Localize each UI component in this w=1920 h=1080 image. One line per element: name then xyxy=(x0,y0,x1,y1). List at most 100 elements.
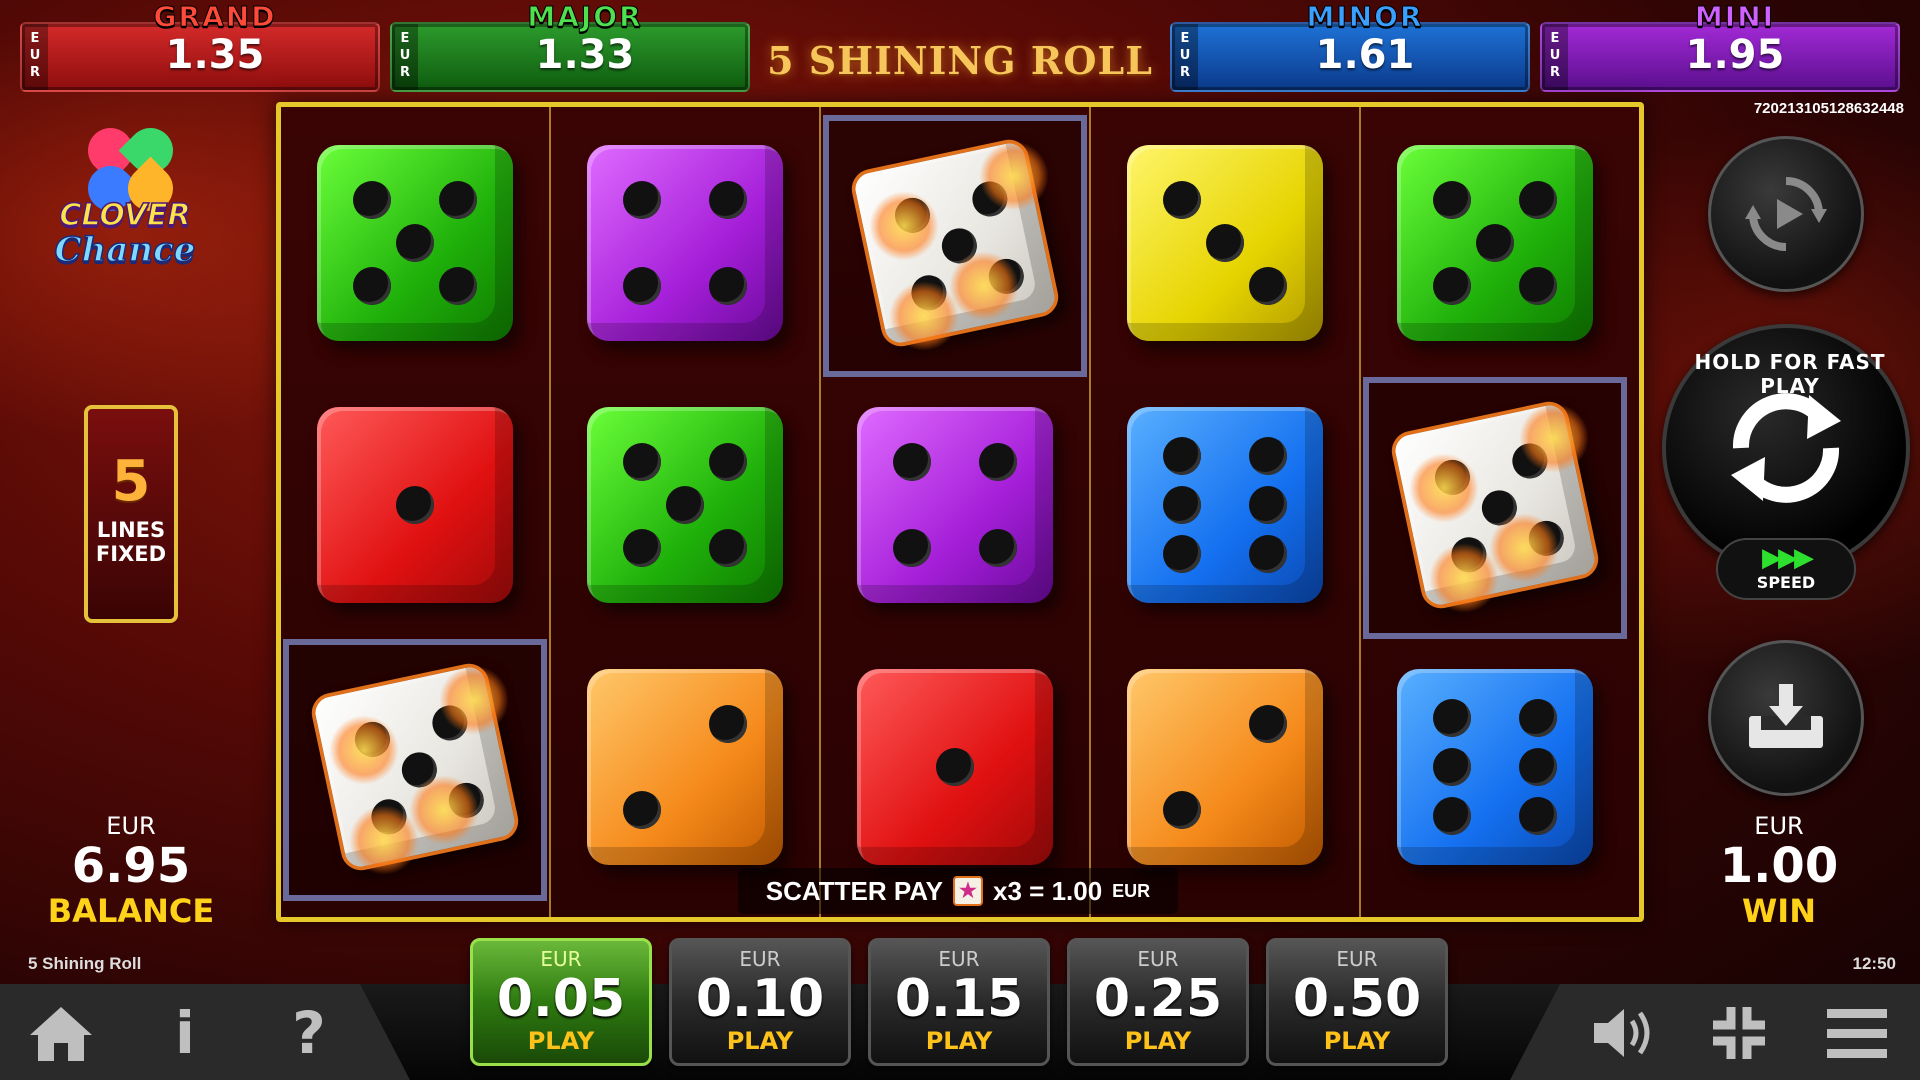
reel-symbol xyxy=(553,377,817,639)
reel-symbol xyxy=(553,115,817,377)
die-pip xyxy=(439,267,477,305)
die-pip xyxy=(1433,181,1471,219)
lines-count: 5 xyxy=(111,449,151,514)
speaker-icon xyxy=(1594,1009,1650,1057)
scatter-pay-multiplier: x3 = 1.00 xyxy=(993,875,1103,906)
jackpot-mini-currency: EUR xyxy=(1542,24,1568,90)
bet-value: 0.25 xyxy=(1093,969,1223,1029)
bet-value: 0.15 xyxy=(894,969,1024,1029)
flame-effect xyxy=(979,141,1049,211)
balance-currency: EUR xyxy=(106,812,156,840)
jackpot-major-value: 1.33 xyxy=(535,32,635,78)
reel-area xyxy=(276,102,1644,922)
reel-symbol xyxy=(1363,115,1627,377)
clock: 12:50 xyxy=(1852,954,1896,973)
collect-button[interactable] xyxy=(1708,640,1864,796)
reel-symbol xyxy=(283,115,547,377)
green-die-icon xyxy=(317,145,513,341)
die-pip xyxy=(623,181,661,219)
bet-play-button[interactable]: EUR 0.50 PLAY xyxy=(1266,938,1448,1066)
reel-symbol xyxy=(823,377,1087,639)
jackpot-grand-name: GRAND xyxy=(153,0,277,34)
jackpot-mini-name: MINI xyxy=(1694,0,1776,34)
reel-symbol xyxy=(1093,639,1357,901)
reel-symbol-scatter xyxy=(283,639,547,901)
speed-button[interactable]: ▶▶▶ SPEED xyxy=(1716,538,1856,600)
die-pip xyxy=(666,486,704,524)
scatter-star-icon: ★ xyxy=(953,876,984,906)
balance-amount: 6.95 xyxy=(71,838,191,894)
win-label: WIN xyxy=(1742,892,1816,930)
reel-symbol xyxy=(553,639,817,901)
bet-play-label: PLAY xyxy=(1323,1027,1391,1055)
jackpot-minor-name: MINOR xyxy=(1306,0,1424,34)
die-pip xyxy=(709,443,747,481)
balance-label: BALANCE xyxy=(47,892,215,930)
info-button[interactable]: i xyxy=(150,998,220,1068)
bet-play-button[interactable]: EUR 0.15 PLAY xyxy=(868,938,1050,1066)
die-pip xyxy=(1433,748,1471,786)
die-pip xyxy=(1163,535,1201,573)
reel-divider xyxy=(1089,107,1091,917)
scatter-pay-label: SCATTER PAY xyxy=(765,875,944,906)
die-pip xyxy=(623,529,661,567)
jackpot-minor: MINOR EUR 1.61 xyxy=(1170,0,1530,92)
die-pip xyxy=(709,267,747,305)
autoplay-icon xyxy=(1745,177,1827,251)
lines-label: LINES FIXED xyxy=(95,518,167,566)
spin-button[interactable]: HOLD FOR FAST PLAY xyxy=(1662,324,1910,572)
die-pip xyxy=(1519,699,1557,737)
blue-die-icon xyxy=(1127,407,1323,603)
jackpot-major-name: MAJOR xyxy=(527,0,643,34)
die-pip xyxy=(936,748,974,786)
home-button[interactable] xyxy=(26,998,96,1068)
autoplay-button[interactable] xyxy=(1708,136,1864,292)
die-pip xyxy=(396,486,434,524)
die-pip xyxy=(396,224,434,262)
bet-play-button[interactable]: EUR 0.05 PLAY xyxy=(470,938,652,1066)
green-die-icon xyxy=(1397,145,1593,341)
jackpot-grand-value: 1.35 xyxy=(165,32,265,78)
jackpot-minor-currency: EUR xyxy=(1172,24,1198,90)
bet-play-button[interactable]: EUR 0.10 PLAY xyxy=(669,938,851,1066)
jackpot-major-currency: EUR xyxy=(392,24,418,90)
jackpot-minor-value: 1.61 xyxy=(1315,32,1415,78)
help-button[interactable]: ? xyxy=(274,998,344,1068)
die-pip xyxy=(1476,224,1514,262)
bet-play-label: PLAY xyxy=(527,1027,595,1055)
menu-button[interactable] xyxy=(1822,998,1892,1068)
speed-label: SPEED xyxy=(1756,573,1816,592)
reel-divider xyxy=(549,107,551,917)
die-pip xyxy=(353,181,391,219)
die-pip xyxy=(979,529,1017,567)
flame-effect xyxy=(1519,403,1589,473)
reel-symbol xyxy=(1093,115,1357,377)
die-pip xyxy=(1206,224,1244,262)
reel-symbol xyxy=(283,377,547,639)
bet-play-button[interactable]: EUR 0.25 PLAY xyxy=(1067,938,1249,1066)
flame-effect xyxy=(329,715,399,785)
flame-effect xyxy=(889,281,959,351)
lines-fixed-indicator: 5 LINES FIXED xyxy=(84,405,178,623)
fullscreen-button[interactable] xyxy=(1704,998,1774,1068)
sound-button[interactable] xyxy=(1588,998,1658,1068)
clover-chance-logo: CLOVER Chance xyxy=(40,118,210,280)
die-pip xyxy=(1249,437,1287,475)
win-amount: 1.00 xyxy=(1719,838,1839,894)
info-icon: i xyxy=(175,999,195,1067)
die-pip xyxy=(979,443,1017,481)
die-pip xyxy=(1163,181,1201,219)
game-name-label: 5 Shining Roll xyxy=(28,954,142,973)
reel-symbol xyxy=(823,639,1087,901)
purple-die-icon xyxy=(587,145,783,341)
die-pip xyxy=(1433,267,1471,305)
jackpot-grand: GRAND EUR 1.35 xyxy=(20,0,380,92)
die-pip xyxy=(1519,797,1557,835)
bet-play-label: PLAY xyxy=(925,1027,993,1055)
bet-value: 0.05 xyxy=(496,969,626,1029)
die-pip xyxy=(1249,535,1287,573)
game-round-id: 720213105128632448 xyxy=(1753,100,1904,117)
die-pip xyxy=(1519,181,1557,219)
die-pip xyxy=(893,443,931,481)
die-pip xyxy=(1249,267,1287,305)
